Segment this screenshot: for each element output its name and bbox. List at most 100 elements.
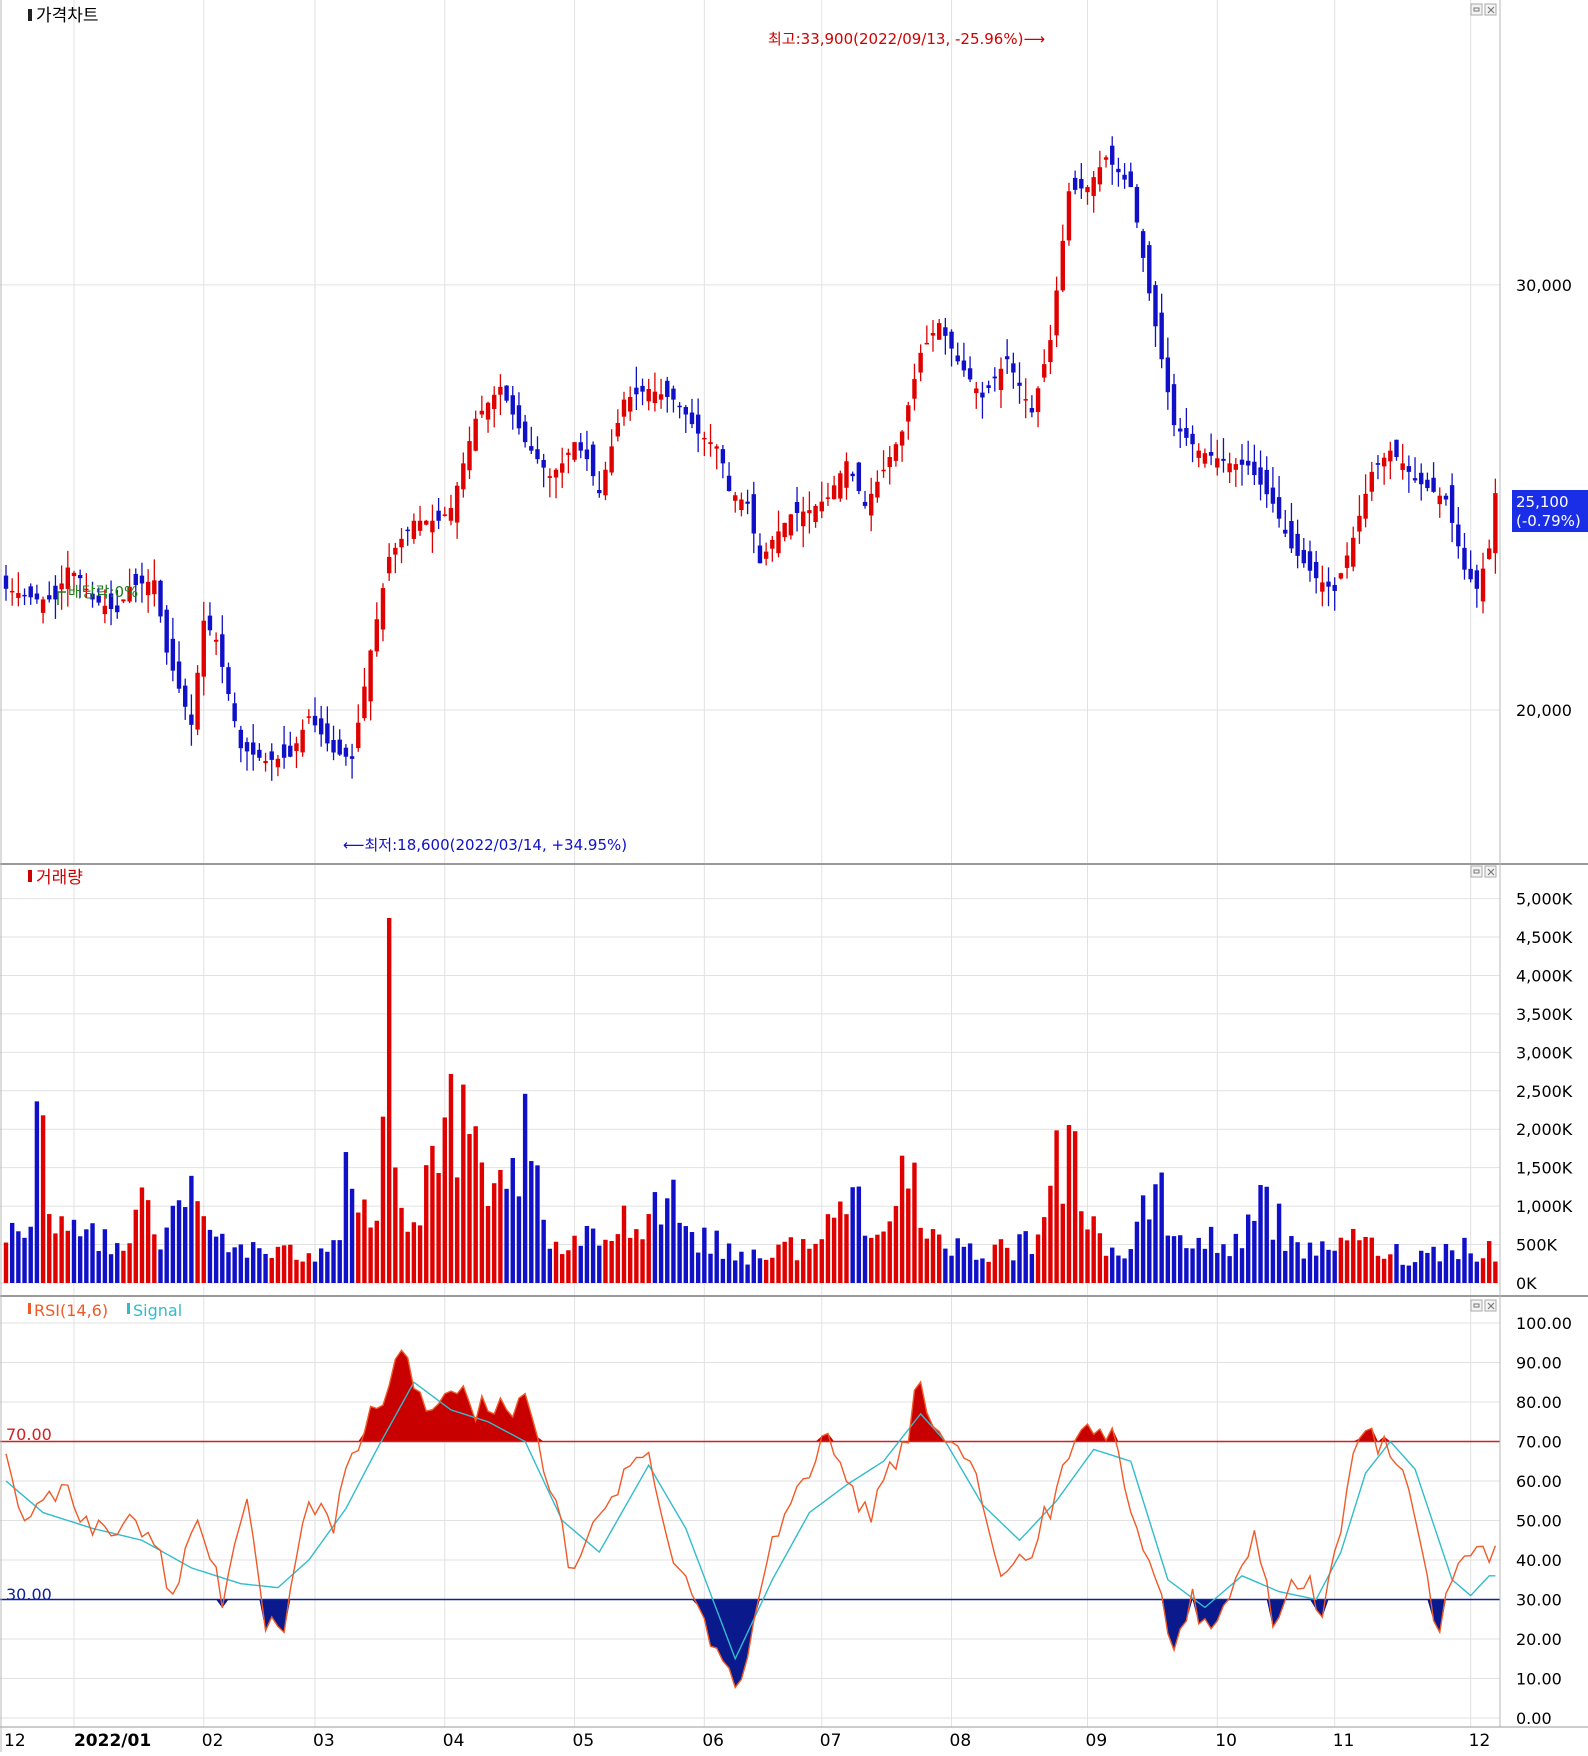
volume-bar bbox=[1252, 1220, 1257, 1283]
volume-bar bbox=[1035, 1234, 1041, 1283]
volume-bar bbox=[1449, 1250, 1455, 1283]
volume-bar bbox=[1363, 1236, 1368, 1283]
volume-bar bbox=[992, 1244, 997, 1283]
volume-bar bbox=[998, 1239, 1004, 1283]
volume-bar bbox=[924, 1238, 930, 1283]
volume-bar bbox=[1147, 1219, 1152, 1283]
volume-bar bbox=[1487, 1241, 1492, 1283]
volume-bar bbox=[1332, 1250, 1337, 1283]
volume-bar bbox=[40, 1115, 46, 1283]
volume-bar bbox=[386, 917, 392, 1283]
rsi-tick-label: 50.00 bbox=[1516, 1512, 1562, 1531]
volume-bar bbox=[541, 1219, 546, 1283]
volume-bar bbox=[207, 1229, 213, 1283]
volume-minimize-button[interactable] bbox=[1470, 865, 1483, 878]
volume-bar bbox=[560, 1254, 565, 1283]
volume-bar bbox=[1178, 1235, 1183, 1283]
rsi-tick-label: 10.00 bbox=[1516, 1670, 1562, 1689]
volume-bar bbox=[127, 1243, 132, 1283]
volume-bar bbox=[819, 1239, 824, 1283]
volume-bar bbox=[454, 1177, 460, 1283]
volume-bar bbox=[238, 1244, 244, 1283]
volume-bar bbox=[251, 1242, 256, 1283]
volume-bar bbox=[646, 1214, 651, 1283]
volume-bar bbox=[906, 1188, 911, 1283]
volume-tick-label: 2,000K bbox=[1516, 1120, 1573, 1139]
volume-bar bbox=[788, 1237, 794, 1283]
volume-bar bbox=[1017, 1234, 1022, 1283]
volume-bar bbox=[1048, 1185, 1053, 1283]
volume-bar bbox=[974, 1259, 979, 1283]
volume-bar bbox=[838, 1201, 843, 1283]
volume-bar bbox=[627, 1237, 633, 1283]
x-tick-label: 10 bbox=[1215, 1731, 1237, 1751]
volume-bar bbox=[232, 1247, 237, 1283]
volume-bar bbox=[1462, 1237, 1467, 1283]
volume-bar bbox=[1196, 1237, 1201, 1283]
volume-bar bbox=[1456, 1259, 1461, 1283]
volume-bar bbox=[751, 1249, 756, 1283]
volume-bar bbox=[1443, 1243, 1449, 1283]
chart-window: 최고:33,900(2022/09/13, -25.96%)⟶ ⟵최저:18,6… bbox=[0, 0, 1588, 1752]
volume-bar bbox=[164, 1227, 169, 1283]
x-tick-label: 04 bbox=[443, 1731, 465, 1751]
rsi-minimize-button[interactable] bbox=[1470, 1299, 1483, 1312]
volume-bar bbox=[59, 1216, 64, 1283]
rsi-close-button[interactable] bbox=[1484, 1299, 1497, 1312]
volume-bar bbox=[943, 1248, 948, 1283]
volume-bar bbox=[1023, 1231, 1028, 1283]
price-close-button[interactable] bbox=[1484, 3, 1497, 16]
volume-bar bbox=[807, 1248, 812, 1283]
volume-tick-label: 500K bbox=[1516, 1236, 1558, 1255]
volume-bar bbox=[1437, 1261, 1442, 1283]
x-tick-label: 02 bbox=[202, 1731, 224, 1751]
volume-bar bbox=[745, 1264, 750, 1283]
volume-bar bbox=[652, 1192, 658, 1283]
volume-bar bbox=[522, 1093, 528, 1283]
candle bbox=[1134, 184, 1140, 229]
volume-bar bbox=[739, 1251, 744, 1283]
volume-bar bbox=[306, 1253, 312, 1283]
volume-bar bbox=[374, 1220, 379, 1283]
volume-bar bbox=[640, 1239, 645, 1283]
volume-bar bbox=[145, 1200, 151, 1283]
volume-bar bbox=[1474, 1261, 1480, 1283]
volume-bar bbox=[380, 1116, 386, 1283]
volume-bar bbox=[1412, 1262, 1418, 1283]
rsi-tick-label: 0.00 bbox=[1516, 1709, 1552, 1728]
volume-bar bbox=[1493, 1261, 1498, 1283]
volume-bar bbox=[949, 1255, 954, 1283]
volume-bar bbox=[776, 1244, 781, 1283]
volume-bar bbox=[1029, 1254, 1035, 1283]
volume-bar bbox=[813, 1243, 818, 1283]
volume-bar bbox=[189, 1175, 194, 1283]
volume-bar bbox=[356, 1212, 361, 1283]
volume-bar bbox=[1004, 1247, 1010, 1283]
volume-bar bbox=[1233, 1233, 1239, 1283]
volume-bar bbox=[1215, 1252, 1220, 1283]
volume-bar bbox=[1394, 1244, 1399, 1283]
price-minimize-button[interactable] bbox=[1470, 3, 1483, 16]
volume-bar bbox=[955, 1238, 960, 1283]
volume-bar bbox=[930, 1229, 936, 1283]
volume-tick-label: 2,500K bbox=[1516, 1082, 1573, 1101]
volume-bar bbox=[84, 1229, 89, 1283]
volume-bar bbox=[1295, 1242, 1300, 1283]
volume-bar bbox=[1289, 1236, 1294, 1283]
volume-bar bbox=[1042, 1217, 1047, 1283]
volume-bar bbox=[1375, 1255, 1381, 1283]
volume-bar bbox=[257, 1248, 262, 1283]
volume-tick-label: 0K bbox=[1516, 1274, 1537, 1293]
volume-bar bbox=[1480, 1258, 1486, 1283]
volume-bar bbox=[1419, 1250, 1424, 1283]
volume-bar bbox=[479, 1162, 485, 1283]
volume-bar bbox=[1227, 1256, 1232, 1283]
volume-bar bbox=[312, 1261, 318, 1283]
volume-bar bbox=[980, 1258, 985, 1283]
candle bbox=[572, 442, 577, 463]
volume-bar bbox=[1122, 1258, 1127, 1283]
volume-bar bbox=[1208, 1226, 1214, 1283]
volume-bar bbox=[535, 1165, 540, 1283]
volume-close-button[interactable] bbox=[1484, 865, 1497, 878]
rsi-tick-label: 30.00 bbox=[1516, 1591, 1562, 1610]
